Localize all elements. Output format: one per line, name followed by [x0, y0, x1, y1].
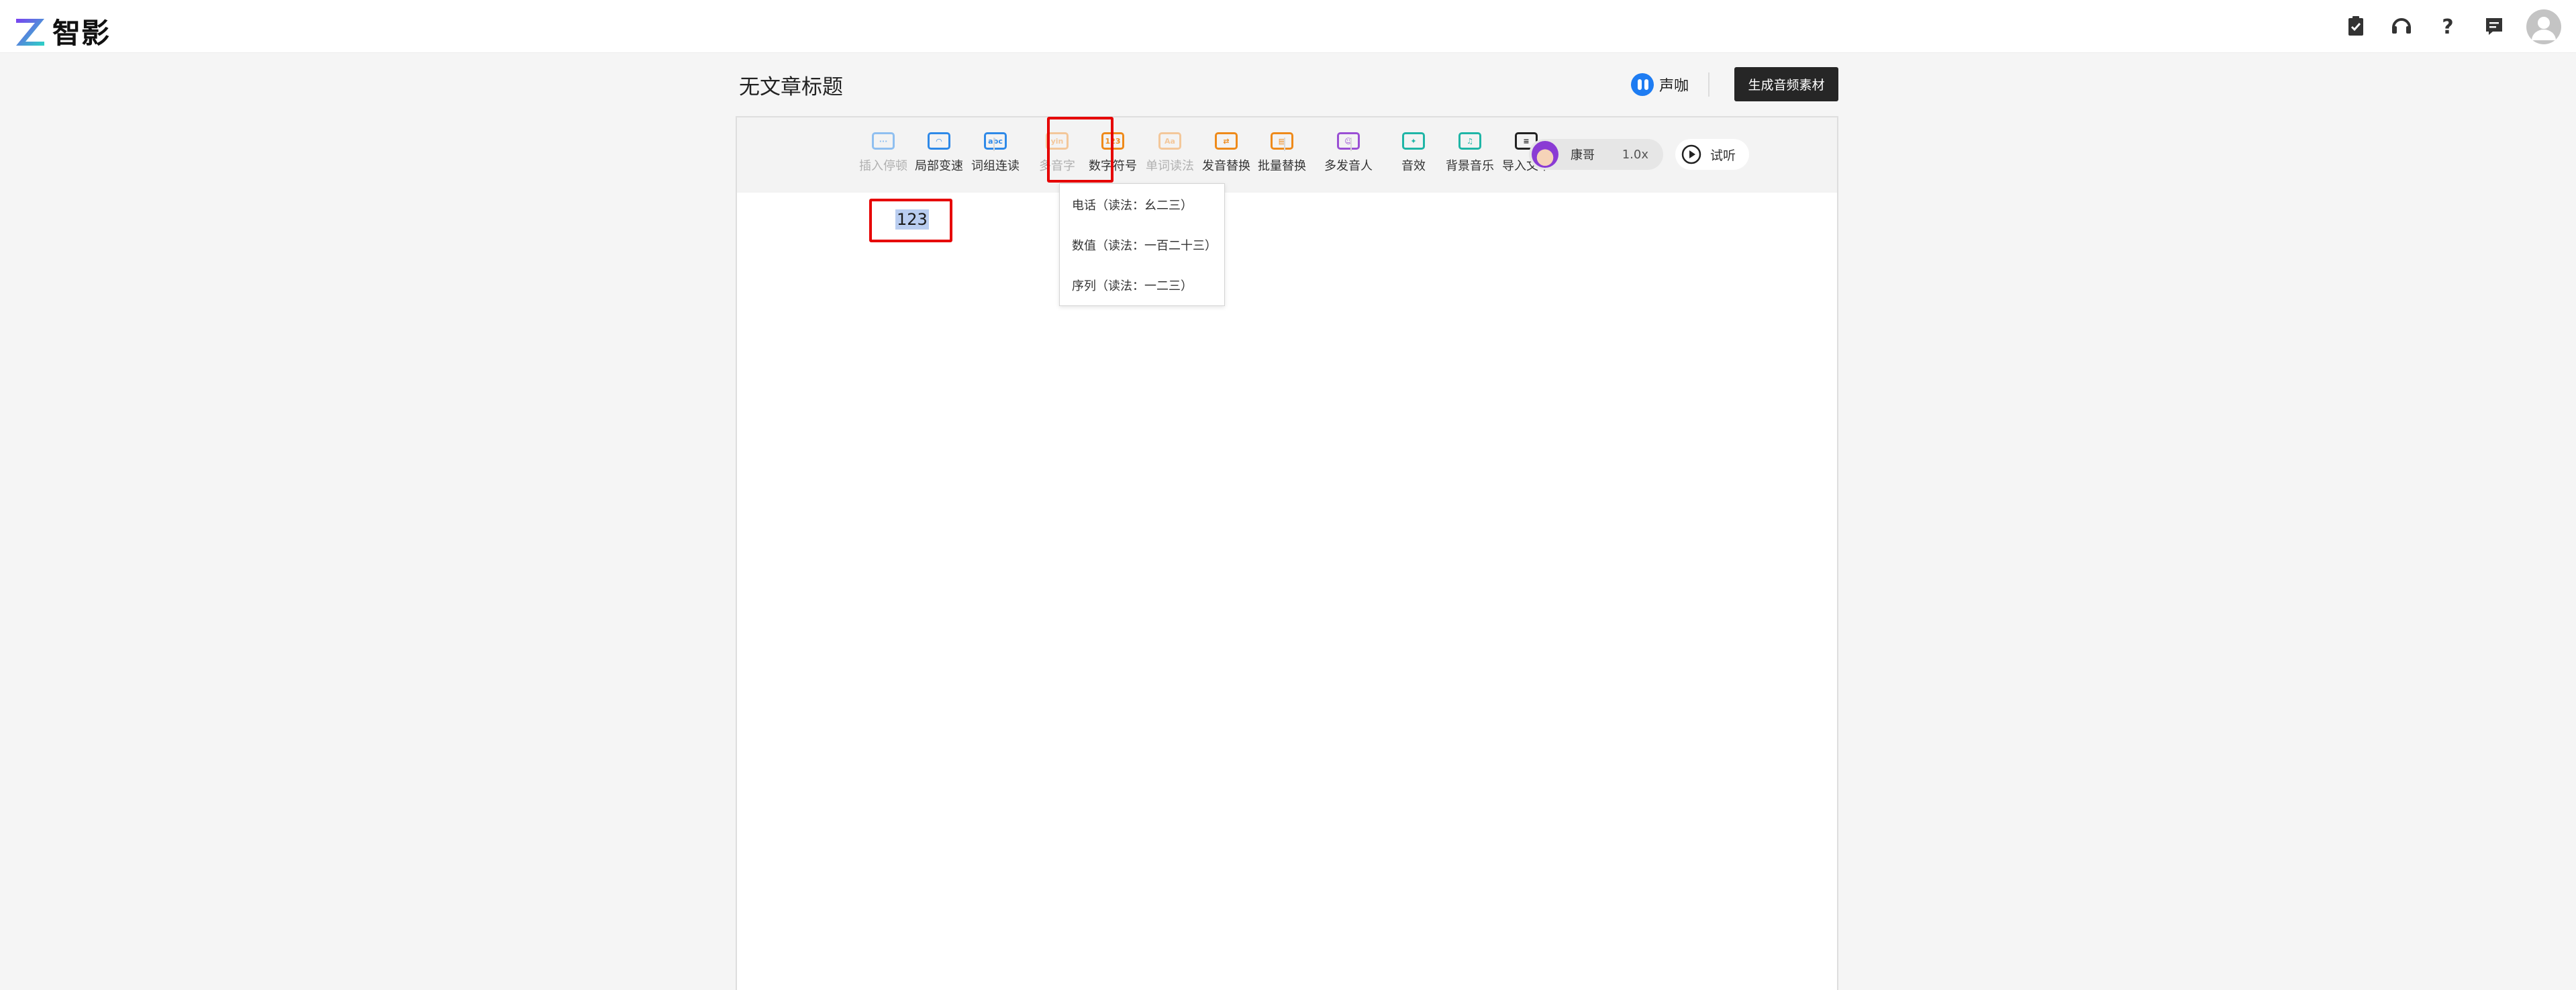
voice-name: 康哥: [1571, 148, 1595, 162]
app-logo[interactable]: 智影: [15, 11, 110, 52]
voice-studio-label: 声咖: [1659, 78, 1689, 95]
tool-label: 多音字: [1039, 159, 1075, 173]
voice-studio-button[interactable]: 声咖: [1631, 71, 1689, 98]
document-title[interactable]: 无文章标题: [739, 70, 843, 100]
tool-label: 数字符号: [1089, 159, 1137, 173]
editor-toolbar: ··· 插入停顿 ◠ 局部变速 abc 词组连读 yin 多音字 123 数字符…: [737, 117, 1837, 193]
toolbar-separator: [1284, 138, 1285, 151]
number-format-dropdown: 电话（读法：幺二三） 数值（读法：一百二十三） 序列（读法：一二三）: [1059, 183, 1225, 306]
tool-label: 局部变速: [915, 159, 963, 173]
tool-number-symbol[interactable]: 123 数字符号: [1083, 132, 1143, 174]
voice-speed[interactable]: 1.0x: [1622, 148, 1648, 162]
tool-polyphone[interactable]: yin 多音字: [1027, 132, 1087, 174]
pronounce-replace-icon: ⇄: [1215, 132, 1238, 150]
abc-link-icon: abc: [984, 132, 1007, 150]
tool-background-music[interactable]: ♫ 背景音乐: [1440, 132, 1500, 174]
batch-replace-icon: ▤: [1271, 132, 1293, 150]
listen-button[interactable]: 试听: [1675, 139, 1749, 170]
tool-multi-speaker[interactable]: ☺ 多发音人: [1318, 132, 1379, 174]
tool-label: 批量替换: [1258, 159, 1306, 173]
multi-speaker-icon: ☺: [1337, 132, 1360, 150]
message-icon[interactable]: [2481, 13, 2508, 40]
listen-label: 试听: [1710, 148, 1736, 163]
svg-text:?: ?: [2442, 15, 2453, 39]
number-symbol-icon: 123: [1101, 132, 1124, 150]
play-icon: [1681, 144, 1701, 164]
headset-icon[interactable]: [2388, 13, 2415, 40]
divider: [1708, 72, 1710, 97]
app-name: 智影: [52, 17, 111, 50]
top-bar: 智影 ?: [0, 0, 2576, 53]
voice-avatar: [1532, 141, 1558, 168]
tool-sound-effect[interactable]: ✦ 音效: [1383, 132, 1444, 174]
selected-text[interactable]: 123: [895, 209, 929, 230]
tool-label: 音效: [1401, 159, 1426, 173]
toolbar-separator: [1350, 138, 1352, 151]
tool-pronounce-replace[interactable]: ⇄ 发音替换: [1196, 132, 1256, 174]
generate-audio-button[interactable]: 生成音频素材: [1734, 67, 1838, 101]
tool-phrase-link[interactable]: abc 词组连读: [965, 132, 1026, 174]
tool-word-reading[interactable]: Aa 单词读法: [1140, 132, 1200, 174]
editor-panel: ··· 插入停顿 ◠ 局部变速 abc 词组连读 yin 多音字 123 数字符…: [736, 116, 1838, 990]
tool-label: 发音替换: [1202, 159, 1250, 173]
voice-studio-icon: [1631, 73, 1654, 96]
tool-label: 词组连读: [971, 159, 1020, 173]
tool-label: 单词读法: [1146, 159, 1194, 173]
help-icon[interactable]: ?: [2434, 13, 2461, 40]
tool-local-speed[interactable]: ◠ 局部变速: [909, 132, 969, 174]
menu-item-phone[interactable]: 电话（读法：幺二三）: [1072, 196, 1193, 213]
voice-selector[interactable]: 康哥 1.0x: [1529, 139, 1663, 170]
user-avatar[interactable]: [2526, 9, 2561, 44]
tool-insert-pause[interactable]: ··· 插入停顿: [853, 132, 913, 174]
tool-label: 背景音乐: [1446, 159, 1494, 173]
tool-label: 插入停顿: [859, 159, 907, 173]
task-clipboard-icon[interactable]: [2342, 13, 2369, 40]
polyphone-icon: yin: [1046, 132, 1069, 150]
pause-insert-icon: ···: [872, 132, 895, 150]
speed-gauge-icon: ◠: [928, 132, 950, 150]
menu-item-sequence[interactable]: 序列（读法：一二三）: [1072, 277, 1193, 294]
menu-item-numeric[interactable]: 数值（读法：一百二十三）: [1072, 236, 1217, 254]
toolbar-separator: [993, 138, 995, 151]
word-reading-icon: Aa: [1158, 132, 1181, 150]
sound-effect-icon: ✦: [1402, 132, 1425, 150]
tool-batch-replace[interactable]: ▤ 批量替换: [1252, 132, 1312, 174]
background-music-icon: ♫: [1458, 132, 1481, 150]
tool-label: 多发音人: [1324, 159, 1373, 173]
zhiying-logo-icon: [16, 18, 44, 46]
